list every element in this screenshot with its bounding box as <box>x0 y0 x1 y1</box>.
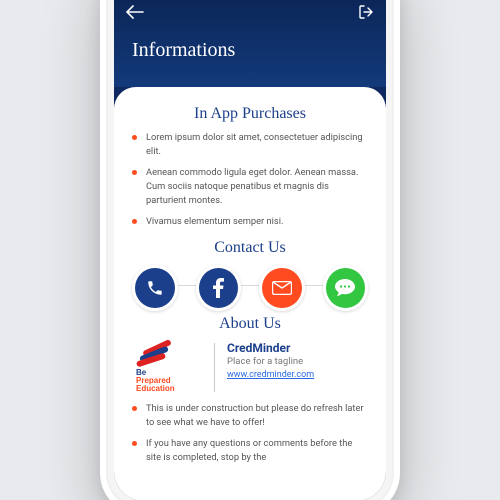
logout-icon <box>358 4 374 20</box>
about-row: Be Prepared Education CredMinder Place f… <box>132 341 368 394</box>
contact-facebook-button[interactable] <box>196 265 242 311</box>
list-item: Lorem ipsum dolor sit amet, consectetuer… <box>132 131 368 159</box>
content-card: In App Purchases Lorem ipsum dolor sit a… <box>114 87 386 500</box>
back-button[interactable] <box>126 5 144 19</box>
iap-heading: In App Purchases <box>132 105 368 123</box>
brand-name: CredMinder <box>227 341 364 355</box>
brand-tagline: Place for a tagline <box>227 356 364 367</box>
logout-button[interactable] <box>358 4 374 20</box>
contact-email-button[interactable] <box>259 265 305 311</box>
brand-url-link[interactable]: www.credminder.com <box>227 370 314 380</box>
list-item: Aenean commodo ligula eget dolor. Aenean… <box>132 166 368 208</box>
contact-phone-button[interactable] <box>132 265 178 311</box>
contact-heading: Contact Us <box>132 239 368 257</box>
about-list: This is under construction but please do… <box>132 402 368 465</box>
email-icon <box>272 281 292 295</box>
phone-frame: 9:41 Informations <box>100 0 400 500</box>
list-item: Vivamus elementum semper nisi. <box>132 215 368 229</box>
wings-icon <box>136 345 196 367</box>
facebook-icon <box>213 278 224 298</box>
logo-line3: Education <box>136 384 175 393</box>
vertical-divider <box>214 343 215 392</box>
screen: 9:41 Informations <box>114 0 386 500</box>
contact-sms-button[interactable] <box>323 265 369 311</box>
list-item: This is under construction but please do… <box>132 402 368 430</box>
list-item: If you have any questions or comments be… <box>132 437 368 465</box>
sms-icon <box>335 279 355 297</box>
iap-list: Lorem ipsum dolor sit amet, consectetuer… <box>132 131 368 229</box>
page-title: Informations <box>114 25 386 62</box>
header: 9:41 Informations <box>114 0 386 87</box>
contact-row <box>132 265 368 311</box>
brand-logo: Be Prepared Education <box>136 341 202 394</box>
phone-icon <box>146 279 164 297</box>
back-arrow-icon <box>126 5 144 19</box>
about-heading: About Us <box>132 315 368 333</box>
